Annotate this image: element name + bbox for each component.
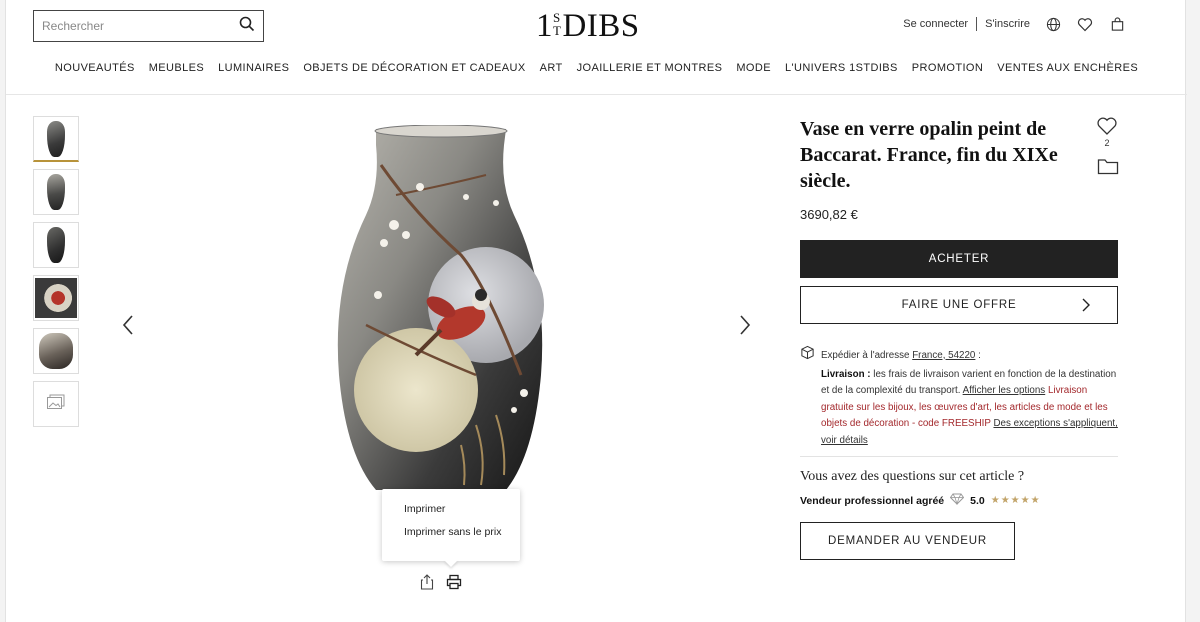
- nav-item-mode[interactable]: MODE: [736, 62, 771, 74]
- section-divider: [800, 456, 1118, 457]
- page-frame: 1 S T DIBS Se connecter S'inscrire NOUVE…: [5, 0, 1187, 622]
- printer-icon[interactable]: [446, 574, 462, 595]
- buy-button[interactable]: ACHETER: [800, 240, 1118, 278]
- chevron-right-icon: [1081, 297, 1091, 316]
- thumbnail-strip: [33, 116, 79, 427]
- ship-to-suffix: :: [978, 349, 981, 361]
- print-without-price-option[interactable]: Imprimer sans le prix: [404, 526, 520, 538]
- shopping-bag-icon[interactable]: [1108, 15, 1126, 33]
- vase-thumbnail-image: [47, 174, 65, 210]
- ask-seller-button[interactable]: DEMANDER AU VENDEUR: [800, 522, 1015, 560]
- share-icon[interactable]: [420, 574, 434, 595]
- header-divider: [6, 94, 1187, 95]
- vase-thumbnail-image: [39, 333, 73, 369]
- favorites-count: 2: [1104, 138, 1110, 148]
- signup-link[interactable]: S'inscrire: [985, 18, 1030, 30]
- account-divider: [976, 17, 978, 31]
- print-menu-caret: [444, 560, 458, 567]
- image-gallery-icon: [46, 394, 66, 415]
- logo-text: DIBS: [562, 8, 640, 44]
- logo-superscript: S T: [553, 11, 561, 37]
- nav-item-meubles[interactable]: MEUBLES: [149, 62, 204, 74]
- thumbnail-4[interactable]: [33, 275, 79, 321]
- thumbnail-3[interactable]: [33, 222, 79, 268]
- make-offer-label: FAIRE UNE OFFRE: [901, 299, 1017, 311]
- login-link[interactable]: Se connecter: [903, 18, 968, 30]
- site-logo[interactable]: 1 S T DIBS: [536, 8, 640, 44]
- seller-label: Vendeur professionnel agréé: [800, 494, 945, 507]
- ship-to-prefix: Expédier à l'adresse: [821, 349, 910, 361]
- heart-icon[interactable]: [1076, 15, 1094, 33]
- main-nav: NOUVEAUTÉS MEUBLES LUMINAIRES OBJETS DE …: [6, 62, 1187, 74]
- vase-thumbnail-image: [47, 120, 65, 157]
- nav-item-nouveautes[interactable]: NOUVEAUTÉS: [55, 62, 135, 74]
- shipping-options-link[interactable]: Afficher les options: [963, 385, 1046, 396]
- favorite-control[interactable]: 2: [1096, 116, 1118, 148]
- nav-item-luminaires[interactable]: LUMINAIRES: [218, 62, 289, 74]
- nav-item-joaillerie[interactable]: JOAILLERIE ET MONTRES: [577, 62, 723, 74]
- image-actions: [420, 574, 462, 595]
- next-image-arrow[interactable]: [737, 313, 753, 337]
- thumbnail-more[interactable]: [33, 381, 79, 427]
- thumbnail-2[interactable]: [33, 169, 79, 215]
- globe-icon[interactable]: [1044, 15, 1062, 33]
- nav-item-promotion[interactable]: PROMOTION: [912, 62, 983, 74]
- account-bar: Se connecter S'inscrire: [903, 15, 1126, 33]
- previous-image-arrow[interactable]: [120, 313, 136, 337]
- vase-thumbnail-image: [47, 227, 65, 263]
- questions-heading: Vous avez des questions sur cet article …: [800, 469, 1025, 484]
- diamond-icon: [949, 493, 965, 508]
- seller-stars: ★★★★★: [990, 495, 1041, 506]
- thumbnail-1[interactable]: [33, 116, 79, 162]
- logo-st-bottom: T: [553, 23, 562, 38]
- product-price: 3690,82 €: [800, 207, 858, 222]
- thumbnail-5[interactable]: [33, 328, 79, 374]
- nav-item-objets-decoration[interactable]: OBJETS DE DÉCORATION ET CADEAUX: [303, 62, 525, 74]
- heart-icon[interactable]: [1096, 117, 1118, 138]
- delivery-label: Livraison :: [821, 368, 871, 380]
- search-input[interactable]: [42, 19, 239, 33]
- bird-detail-thumbnail-image: [35, 278, 77, 318]
- product-main-image[interactable]: [336, 124, 546, 490]
- ship-to-location-link[interactable]: France, 54220: [912, 350, 975, 361]
- package-icon: [800, 345, 815, 367]
- product-title: Vase en verre opalin peint de Baccarat. …: [800, 118, 1058, 192]
- print-option[interactable]: Imprimer: [404, 503, 520, 515]
- search-icon[interactable]: [239, 16, 255, 37]
- nav-item-encheres[interactable]: VENTES AUX ENCHÈRES: [997, 62, 1138, 74]
- seller-rating: 5.0: [970, 494, 985, 507]
- nav-item-univers[interactable]: L'UNIVERS 1STDIBS: [785, 62, 898, 74]
- search-box[interactable]: [33, 10, 264, 42]
- seller-info: Vendeur professionnel agréé 5.0 ★★★★★: [800, 493, 1041, 508]
- folder-icon[interactable]: [1097, 157, 1119, 180]
- print-menu: Imprimer Imprimer sans le prix: [382, 489, 520, 561]
- logo-digit: 1: [536, 8, 553, 44]
- make-offer-button[interactable]: FAIRE UNE OFFRE: [800, 286, 1118, 324]
- nav-item-art[interactable]: ART: [540, 62, 563, 74]
- shipping-info: Expédier à l'adresse France, 54220 : Liv…: [800, 345, 1120, 449]
